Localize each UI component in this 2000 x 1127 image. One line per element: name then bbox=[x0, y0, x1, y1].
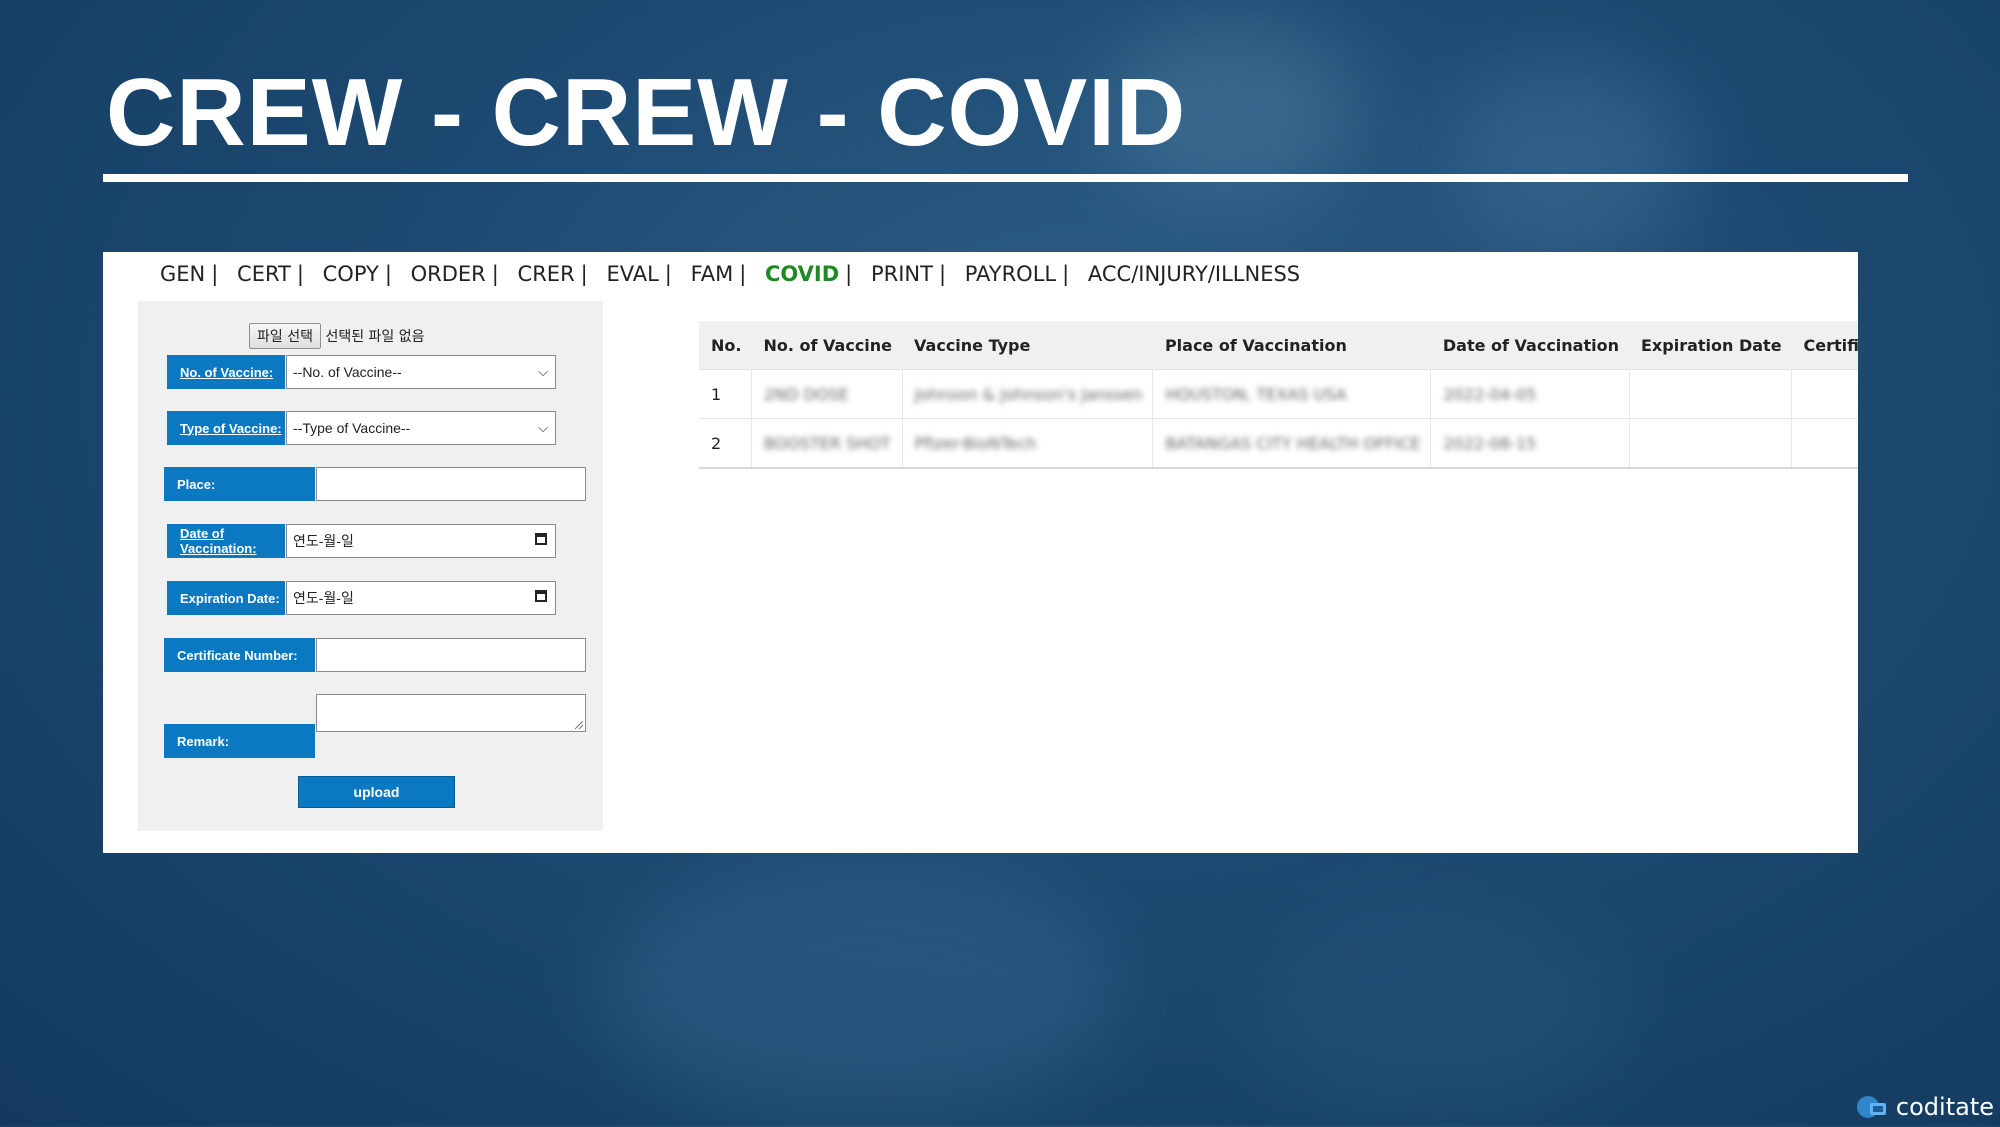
chevron-down-icon: ⌵ bbox=[538, 420, 548, 435]
file-upload-row: 파일 선택 선택된 파일 없음 bbox=[249, 323, 425, 349]
table-cell bbox=[1629, 369, 1793, 419]
column-header: Vaccine Type bbox=[902, 321, 1153, 370]
tab-covid[interactable]: COVID bbox=[765, 262, 839, 286]
tab-crer[interactable]: CRER bbox=[518, 262, 575, 286]
brand-logo: coditate bbox=[1856, 1093, 1994, 1121]
vaccine-table: No. No. of Vaccine Vaccine Type Place of… bbox=[699, 321, 1858, 469]
tab-acc-injury-illness[interactable]: ACC/INJURY/ILLNESS bbox=[1088, 262, 1300, 286]
table-row[interactable]: 1 2ND DOSE Johnson & Johnson's Janssen H… bbox=[699, 369, 1858, 419]
tab-separator: | bbox=[580, 262, 588, 286]
column-header: No. bbox=[699, 321, 752, 370]
certificate-number-input[interactable] bbox=[316, 638, 586, 672]
calendar-icon[interactable] bbox=[535, 533, 547, 545]
tab-separator: | bbox=[384, 262, 392, 286]
table-cell: Johnson & Johnson's Janssen bbox=[902, 369, 1154, 419]
tab-bar: GEN | CERT | COPY | ORDER | CRER | EVAL | FAM |… bbox=[160, 262, 1300, 286]
table-cell bbox=[1629, 418, 1793, 469]
table-cell: 2 bbox=[699, 418, 752, 469]
table-cell bbox=[1791, 418, 1858, 469]
date-of-vaccination-label[interactable]: Date of Vaccination: bbox=[167, 524, 285, 558]
column-header: Certificate Nu bbox=[1791, 321, 1858, 370]
table-cell: 2022-04-05 bbox=[1430, 369, 1630, 419]
table-cell: 2022-08-15 bbox=[1430, 418, 1630, 469]
place-input[interactable] bbox=[316, 467, 586, 501]
calendar-icon[interactable] bbox=[535, 590, 547, 602]
crew-panel: GEN | CERT | COPY | ORDER | CRER | EVAL | FAM |… bbox=[103, 252, 1858, 853]
tab-copy[interactable]: COPY bbox=[323, 262, 379, 286]
table-cell: 2ND DOSE bbox=[751, 369, 903, 419]
tab-payroll[interactable]: PAYROLL bbox=[965, 262, 1056, 286]
tab-print[interactable]: PRINT bbox=[871, 262, 933, 286]
upload-button[interactable]: upload bbox=[298, 776, 455, 808]
certificate-number-label: Certificate Number: bbox=[164, 638, 315, 672]
title-divider bbox=[103, 174, 1908, 182]
tab-separator: | bbox=[296, 262, 304, 286]
coditate-logo-icon bbox=[1856, 1093, 1888, 1121]
table-cell: BOOSTER SHOT bbox=[751, 418, 903, 469]
file-status: 선택된 파일 없음 bbox=[325, 329, 425, 345]
date-of-vaccination-input[interactable]: 연도-월-일 bbox=[286, 524, 556, 558]
remark-label: Remark: bbox=[164, 724, 315, 758]
tab-separator: | bbox=[491, 262, 499, 286]
column-header: No. of Vaccine bbox=[751, 321, 903, 370]
type-of-vaccine-select[interactable]: --Type of Vaccine-- ⌵ bbox=[286, 411, 556, 445]
expiration-date-input[interactable]: 연도-월-일 bbox=[286, 581, 556, 615]
table-row[interactable]: 2 BOOSTER SHOT Pfizer-BioNTech BATANGAS … bbox=[699, 418, 1858, 469]
type-of-vaccine-label[interactable]: Type of Vaccine: bbox=[167, 411, 285, 445]
resize-grip-icon[interactable] bbox=[575, 721, 583, 729]
vaccine-form: 파일 선택 선택된 파일 없음 No. of Vaccine: --No. of… bbox=[138, 301, 603, 831]
column-header: Date of Vaccination bbox=[1430, 321, 1629, 370]
tab-separator: | bbox=[938, 262, 947, 286]
background-shape bbox=[1250, 900, 1630, 1120]
no-of-vaccine-value: --No. of Vaccine-- bbox=[293, 364, 402, 380]
tab-separator: | bbox=[211, 262, 219, 286]
page-title: CREW - CREW - COVID bbox=[106, 59, 1187, 166]
tab-order[interactable]: ORDER bbox=[411, 262, 486, 286]
expiration-date-label: Expiration Date: bbox=[167, 581, 285, 615]
no-of-vaccine-label[interactable]: No. of Vaccine: bbox=[167, 355, 285, 389]
no-of-vaccine-select[interactable]: --No. of Vaccine-- ⌵ bbox=[286, 355, 556, 389]
type-of-vaccine-value: --Type of Vaccine-- bbox=[293, 420, 411, 436]
table-cell bbox=[1791, 369, 1858, 419]
choose-file-button[interactable]: 파일 선택 bbox=[249, 323, 321, 349]
tab-cert[interactable]: CERT bbox=[237, 262, 291, 286]
brand-name: coditate bbox=[1895, 1093, 1994, 1121]
table-cell: 1 bbox=[699, 369, 752, 419]
tab-gen[interactable]: GEN bbox=[160, 262, 205, 286]
table-cell: Pfizer-BioNTech bbox=[902, 418, 1154, 469]
vaccine-table-container: No. No. of Vaccine Vaccine Type Place of… bbox=[699, 321, 1858, 521]
column-header: Place of Vaccination bbox=[1152, 321, 1431, 370]
background-shape bbox=[1450, 60, 1690, 260]
tab-separator: | bbox=[739, 262, 747, 286]
tab-fam[interactable]: FAM bbox=[691, 262, 734, 286]
remark-textarea[interactable] bbox=[316, 694, 586, 732]
date-placeholder: 연도-월-일 bbox=[293, 533, 354, 549]
table-header-row: No. No. of Vaccine Vaccine Type Place of… bbox=[699, 321, 1858, 370]
place-label: Place: bbox=[164, 467, 315, 501]
expiration-placeholder: 연도-월-일 bbox=[293, 590, 354, 606]
tab-separator: | bbox=[664, 262, 672, 286]
tab-separator: | bbox=[845, 262, 853, 286]
table-cell: BATANGAS CITY HEALTH OFFICE bbox=[1152, 418, 1432, 469]
column-header: Expiration Date bbox=[1629, 321, 1792, 370]
chevron-down-icon: ⌵ bbox=[538, 364, 548, 379]
tab-separator: | bbox=[1062, 262, 1070, 286]
background-shape bbox=[600, 860, 1120, 1120]
tab-eval[interactable]: EVAL bbox=[606, 262, 658, 286]
table-cell: HOUSTON, TEXAS USA bbox=[1152, 369, 1432, 419]
